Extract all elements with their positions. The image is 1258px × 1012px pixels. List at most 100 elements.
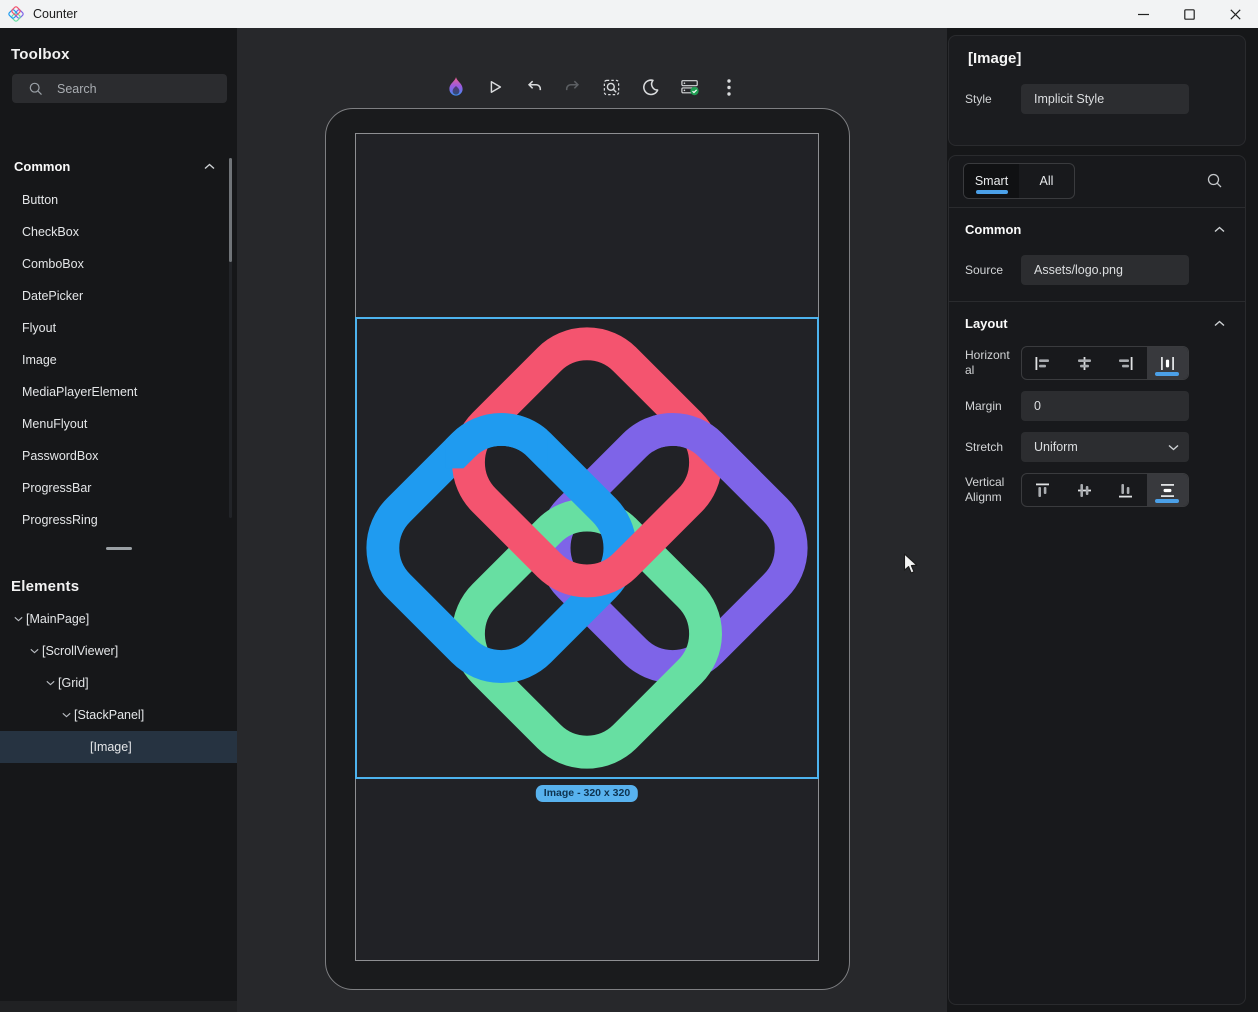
properties-inspector: [Image] Style Implicit Style Smart All [947,28,1258,1012]
section-layout-label: Layout [965,316,1008,331]
chevron-up-icon [1214,226,1225,233]
toolbox-item-progressring[interactable]: ProgressRing [0,504,237,536]
left-sidebar: Toolbox Search Common Button CheckBox Co… [0,28,237,1012]
toolbox-item-flyout[interactable]: Flyout [0,312,237,344]
tree-item-label: [MainPage] [26,612,89,626]
align-top-icon [1035,482,1050,499]
device-frame: Image - 320 x 320 [325,108,850,990]
tree-item-image-selected[interactable]: [Image] [0,731,237,763]
toolbox-list: Button CheckBox ComboBox DatePicker Flyo… [0,184,237,536]
toolbox-section-label: Common [14,159,70,174]
toolbox-item-checkbox[interactable]: CheckBox [0,216,237,248]
toolbox-item-image[interactable]: Image [0,344,237,376]
elements-tree: [MainPage] [ScrollViewer] [Grid] [StackP… [0,603,237,763]
style-input[interactable]: Implicit Style [1021,84,1189,114]
tab-smart[interactable]: Smart [964,164,1019,198]
tab-smart-label: Smart [975,174,1008,188]
align-horizontal-center-button[interactable] [1064,347,1106,379]
tab-all-label: All [1040,174,1054,188]
toolbox-item-menuflyout[interactable]: MenuFlyout [0,408,237,440]
align-horizontal-left-button[interactable] [1022,347,1064,379]
align-vertical-stretch-button[interactable] [1147,474,1189,506]
tab-all[interactable]: All [1019,164,1074,198]
source-value: Assets/logo.png [1034,263,1123,277]
source-label: Source [965,263,1021,278]
selection-size-badge: Image - 320 x 320 [536,785,638,802]
tree-item-stackpanel[interactable]: [StackPanel] [0,699,237,731]
chevron-up-icon [204,163,215,170]
align-vertical-center-button[interactable] [1064,474,1106,506]
chevron-down-icon[interactable] [58,712,74,718]
app-logo-icon [8,6,24,22]
tree-item-mainpage[interactable]: [MainPage] [0,603,237,635]
toolbox-title: Toolbox [0,28,237,63]
toolbox-item-button[interactable]: Button [0,184,237,216]
stretch-dropdown[interactable]: Uniform [1021,432,1189,462]
toolbox-search-input[interactable]: Search [12,74,227,103]
tree-item-label: [Grid] [58,676,89,690]
vertical-alignment-control [1021,473,1189,507]
chevron-down-icon [1168,444,1179,451]
toolbox-item-datepicker[interactable]: DatePicker [0,280,237,312]
chevron-down-icon[interactable] [26,648,42,654]
window-title: Counter [33,7,77,21]
more-options-button[interactable] [714,72,744,102]
tree-item-label: [ScrollViewer] [42,644,118,658]
inspector-header-card: [Image] Style Implicit Style [948,35,1246,146]
style-value: Implicit Style [1034,92,1104,106]
panel-splitter[interactable] [0,542,237,554]
close-button[interactable] [1212,0,1258,28]
search-placeholder: Search [57,82,97,96]
align-bottom-icon [1118,482,1133,499]
align-horizontal-stretch-button[interactable] [1147,347,1189,379]
toolbox-item-passwordbox[interactable]: PasswordBox [0,440,237,472]
theme-moon-icon[interactable] [636,72,666,102]
elements-title: Elements [0,564,237,595]
horizontal-alignment-label: Horizontal [965,348,1015,378]
inspector-tabs: Smart All [963,163,1075,199]
margin-input[interactable]: 0 [1021,391,1189,421]
align-vertical-top-button[interactable] [1022,474,1064,506]
sidebar-footer [0,1001,237,1012]
align-horizontal-right-button[interactable] [1105,347,1147,379]
play-button[interactable] [480,72,510,102]
tree-item-grid[interactable]: [Grid] [0,667,237,699]
minimize-button[interactable] [1120,0,1166,28]
align-vertical-bottom-button[interactable] [1105,474,1147,506]
vertical-alignment-label: Vertical Alignm [965,475,1015,505]
zoom-selection-icon[interactable] [597,72,627,102]
margin-value: 0 [1034,399,1041,413]
toolbox-section-common[interactable]: Common [0,152,237,180]
toolbox-scrollbar[interactable] [229,158,232,518]
uno-logo-image [358,319,816,777]
chevron-down-icon[interactable] [42,680,58,686]
margin-label: Margin [965,399,1021,414]
section-layout[interactable]: Layout [949,302,1245,331]
align-middle-icon [1077,482,1092,499]
hot-design-flame-icon[interactable] [441,72,471,102]
selected-image-element[interactable] [355,317,819,779]
toolbox-item-mediaplayerelement[interactable]: MediaPlayerElement [0,376,237,408]
maximize-button[interactable] [1166,0,1212,28]
title-bar: Counter [0,0,1258,28]
changes-validated-icon[interactable] [675,72,705,102]
source-input[interactable]: Assets/logo.png [1021,255,1189,285]
stretch-label: Stretch [965,440,1021,455]
tree-item-scrollviewer[interactable]: [ScrollViewer] [0,635,237,667]
toolbox-item-progressbar[interactable]: ProgressBar [0,472,237,504]
tree-item-label: [Image] [90,740,132,754]
properties-search-icon[interactable] [1207,173,1223,189]
design-toolbar [237,59,947,115]
align-vertical-stretch-icon [1160,482,1175,499]
undo-button[interactable] [519,72,549,102]
toolbox-item-combobox[interactable]: ComboBox [0,248,237,280]
redo-button[interactable] [558,72,588,102]
mouse-cursor [903,553,919,575]
chevron-down-icon[interactable] [10,616,26,622]
chevron-up-icon [1214,320,1225,327]
section-common[interactable]: Common [949,208,1245,237]
align-left-icon [1034,356,1051,371]
inspector-properties-card: Smart All Common Source Assets/logo.png [948,155,1246,1005]
device-screen[interactable]: Image - 320 x 320 [355,133,819,961]
design-canvas[interactable]: Image - 320 x 320 [237,28,947,1012]
